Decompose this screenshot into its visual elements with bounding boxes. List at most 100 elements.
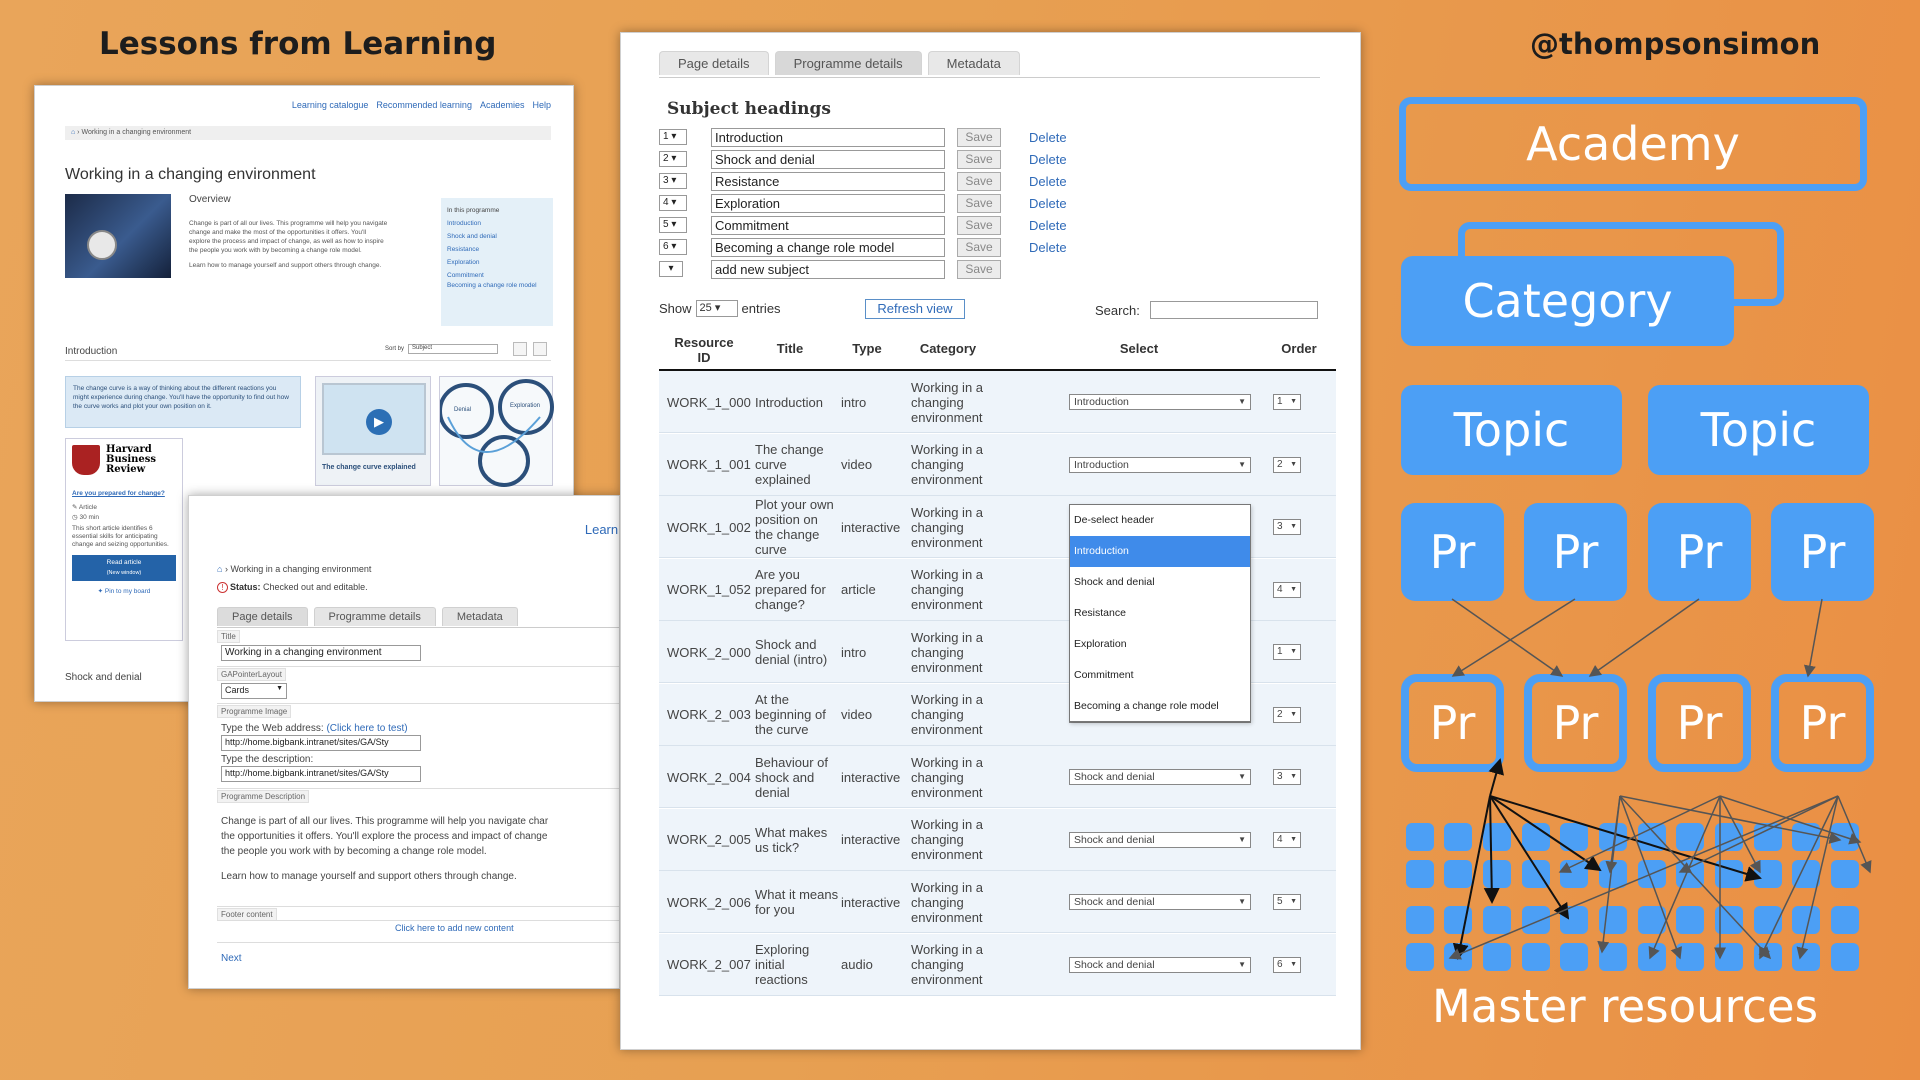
col-order[interactable]: Order [1274,341,1324,356]
tab-programme-details[interactable]: Programme details [313,607,436,626]
add-new-content-link[interactable]: Click here to add new content [395,923,514,933]
subject-order-select[interactable]: 2 ▾ [659,151,687,167]
subject-input[interactable]: Resistance [711,171,945,191]
tab-metadata[interactable]: Metadata [441,607,518,626]
dropdown-option[interactable]: Becoming a change role model [1070,691,1250,722]
entries-select[interactable]: 25 ▾ [695,300,738,317]
order-select[interactable]: 2 [1273,456,1301,473]
category-select[interactable]: Shock and denial [1069,769,1251,785]
category-select[interactable]: Shock and denial [1069,956,1251,973]
in-programme-item[interactable]: Exploration [447,256,547,269]
prog-desc-text[interactable]: Change is part of all our lives. This pr… [221,814,548,884]
subject-input[interactable]: Introduction [711,127,945,147]
dropdown-option[interactable]: Exploration [1070,629,1250,660]
hbr-card[interactable]: Harvard Business Review Are you prepared… [65,438,183,641]
tab-page-details[interactable]: Page details [217,607,308,626]
dropdown-option[interactable]: Shock and denial [1070,567,1250,598]
subject-input[interactable]: Shock and denial [711,149,945,169]
save-button[interactable]: Save [957,259,1001,279]
video-card[interactable]: ▶ The change curve explained [315,376,431,486]
subject-order-select[interactable]: 4 ▾ [659,195,687,211]
order-select[interactable]: 4 [1273,831,1301,848]
tab-metadata[interactable]: Metadata [927,51,1020,75]
intro-card[interactable]: The change curve is a way of thinking ab… [65,376,301,428]
order-select[interactable]: 2 [1273,706,1301,723]
grid-view-icon[interactable] [513,342,527,356]
col-resource-id[interactable]: Resource ID [667,335,741,365]
nav-academies[interactable]: Academies [480,100,525,110]
save-button[interactable]: Save [957,171,1001,191]
play-icon[interactable]: ▶ [366,409,392,435]
search-input[interactable] [1149,301,1318,319]
category-select[interactable]: Shock and denial [1069,831,1251,848]
dropdown-option[interactable]: Resistance [1070,598,1250,629]
delete-link[interactable]: Delete [1029,130,1067,145]
title-input[interactable]: Working in a changing environment [221,645,421,661]
save-button[interactable]: Save [957,127,1001,147]
col-title[interactable]: Title [755,341,825,356]
description-input[interactable]: http://home.bigbank.intranet/sites/GA/St… [221,766,421,782]
delete-link[interactable]: Delete [1029,152,1067,167]
save-button[interactable]: Save [957,149,1001,169]
order-select[interactable]: 3 [1273,769,1301,785]
save-button[interactable]: Save [957,237,1001,257]
subject-input[interactable]: Commitment [711,215,945,235]
in-programme-item[interactable]: Introduction [447,217,547,230]
category-dropdown-list[interactable]: De-select header Introduction Shock and … [1069,504,1251,722]
order-select[interactable]: 1 [1273,394,1301,410]
dropdown-option[interactable]: De-select header [1070,505,1250,536]
col-category[interactable]: Category [907,341,989,356]
order-select[interactable]: 5 [1273,894,1301,910]
order-select[interactable]: 3 [1273,519,1301,535]
subject-order-select[interactable]: ▾ [659,261,683,277]
change-curve-card[interactable]: Denial Exploration [438,376,554,487]
nav-learning-catalogue[interactable]: Learning catalogue [292,100,369,110]
delete-link[interactable]: Delete [1029,174,1067,189]
read-article-button[interactable]: Read article (New window) [72,555,176,581]
in-programme-item[interactable]: Becoming a change role model [447,282,547,290]
subject-order-select[interactable]: 1 ▾ [659,129,687,145]
curve-label-exploration: Exploration [510,403,541,409]
dropdown-option-selected[interactable]: Introduction [1070,536,1250,567]
new-subject-input[interactable]: add new subject [711,259,945,279]
in-programme-item[interactable]: Commitment [447,269,547,282]
col-type[interactable]: Type [841,341,893,356]
order-select[interactable]: 6 [1273,956,1301,973]
subject-order-select[interactable]: 5 ▾ [659,217,687,233]
test-link[interactable]: (Click here to test) [326,723,407,734]
dropdown-option[interactable]: Commitment [1070,660,1250,691]
sort-select[interactable]: Subject [408,344,499,354]
col-select[interactable]: Select [1109,341,1169,356]
save-button[interactable]: Save [957,215,1001,235]
delete-link[interactable]: Delete [1029,218,1067,233]
next-link[interactable]: Next [221,953,242,964]
category-select[interactable]: Introduction [1069,456,1251,473]
web-address-input[interactable]: http://home.bigbank.intranet/sites/GA/St… [221,735,421,751]
home-icon[interactable]: ⌂ [217,564,222,574]
nav-recommended-learning[interactable]: Recommended learning [376,100,472,110]
tab-page-details[interactable]: Page details [659,51,769,75]
home-icon[interactable]: ⌂ [71,129,75,136]
nav-help[interactable]: Help [532,100,551,110]
subject-order-select[interactable]: 6 ▾ [659,239,687,255]
list-view-icon[interactable] [533,342,547,356]
cell-category: Working in a changing environment [911,879,984,925]
delete-link[interactable]: Delete [1029,240,1067,255]
top-link[interactable]: Learni [585,522,619,537]
order-select[interactable]: 1 [1273,644,1301,660]
order-select[interactable]: 4 [1273,581,1301,598]
save-button[interactable]: Save [957,193,1001,213]
refresh-view-button[interactable]: Refresh view [865,299,965,319]
layout-select[interactable]: Cards ▼ [221,683,287,699]
delete-link[interactable]: Delete [1029,196,1067,211]
in-programme-item[interactable]: Shock and denial [447,230,547,243]
subject-order-select[interactable]: 3 ▾ [659,173,687,189]
tab-programme-details[interactable]: Programme details [774,51,922,75]
category-select[interactable]: Introduction [1069,394,1251,410]
in-programme-item[interactable]: Resistance [447,243,547,256]
pin-link[interactable]: ✦ Pin to my board [72,587,176,597]
subject-input[interactable]: Becoming a change role model [711,237,945,257]
category-select[interactable]: Shock and denial [1069,894,1251,910]
hbr-question-link[interactable]: Are you prepared for change? [72,489,176,499]
subject-input[interactable]: Exploration [711,193,945,213]
